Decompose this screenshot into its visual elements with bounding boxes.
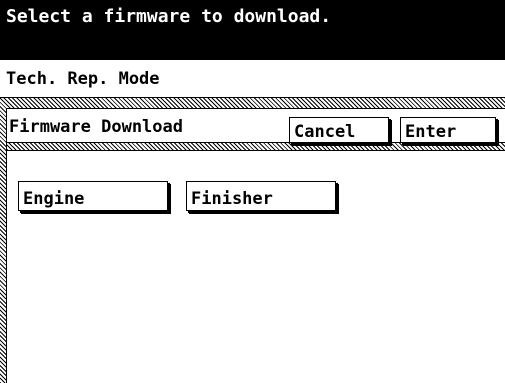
finisher-button[interactable]: Finisher: [186, 181, 336, 211]
panel-content: Firmware Download Cancel Enter Engine Fi…: [6, 108, 505, 383]
title-divider: [7, 142, 505, 151]
title-strip: Firmware Download Cancel Enter: [7, 109, 505, 151]
engine-button[interactable]: Engine: [18, 181, 168, 211]
hatched-panel-frame: Firmware Download Cancel Enter Engine Fi…: [0, 98, 505, 383]
message-bar: Select a firmware to download.: [0, 0, 505, 60]
mode-label: Tech. Rep. Mode: [6, 69, 160, 89]
enter-button[interactable]: Enter: [400, 117, 496, 143]
mode-bar: Tech. Rep. Mode: [0, 60, 505, 98]
cancel-button[interactable]: Cancel: [289, 117, 389, 143]
firmware-download-screen: Select a firmware to download. Tech. Rep…: [0, 0, 505, 383]
screen-title: Firmware Download: [9, 117, 183, 137]
